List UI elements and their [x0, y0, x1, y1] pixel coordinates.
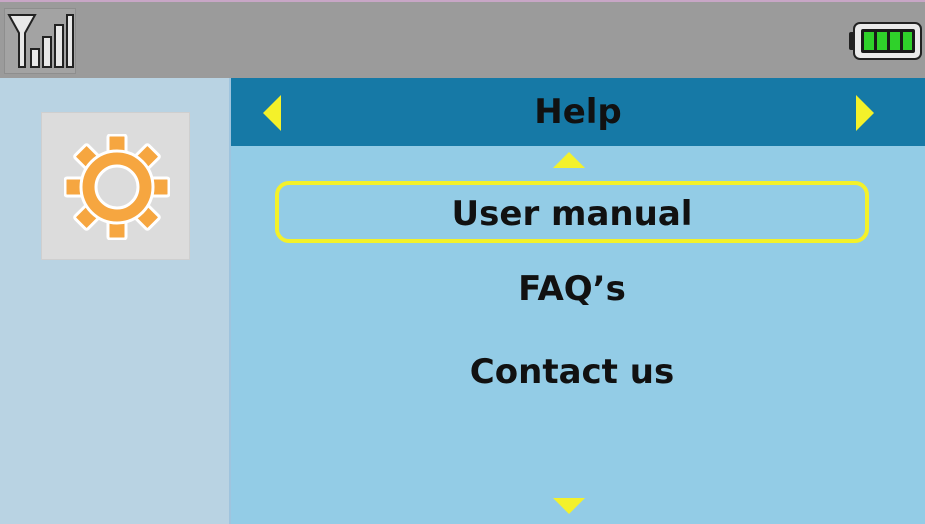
gear-icon [64, 134, 170, 240]
scroll-up-button[interactable] [551, 150, 587, 170]
menu-header: Help [231, 78, 925, 146]
triangle-up-icon [553, 152, 585, 168]
menu-item-faqs[interactable]: FAQ’s [275, 260, 869, 322]
menu-item-user-manual[interactable]: User manual [275, 181, 869, 243]
status-bar [0, 0, 925, 78]
settings-app-tile [41, 112, 190, 260]
page-title: Help [534, 92, 622, 132]
next-button[interactable] [854, 93, 876, 133]
menu-item-contact-us[interactable]: Contact us [275, 343, 869, 405]
triangle-right-icon [856, 95, 874, 131]
triangle-down-icon [553, 498, 585, 514]
signal-strength-icon [4, 8, 76, 74]
menu-list: User manual FAQ’s Contact us [231, 146, 925, 524]
battery-full-icon [849, 22, 923, 60]
scroll-down-button[interactable] [551, 496, 587, 516]
